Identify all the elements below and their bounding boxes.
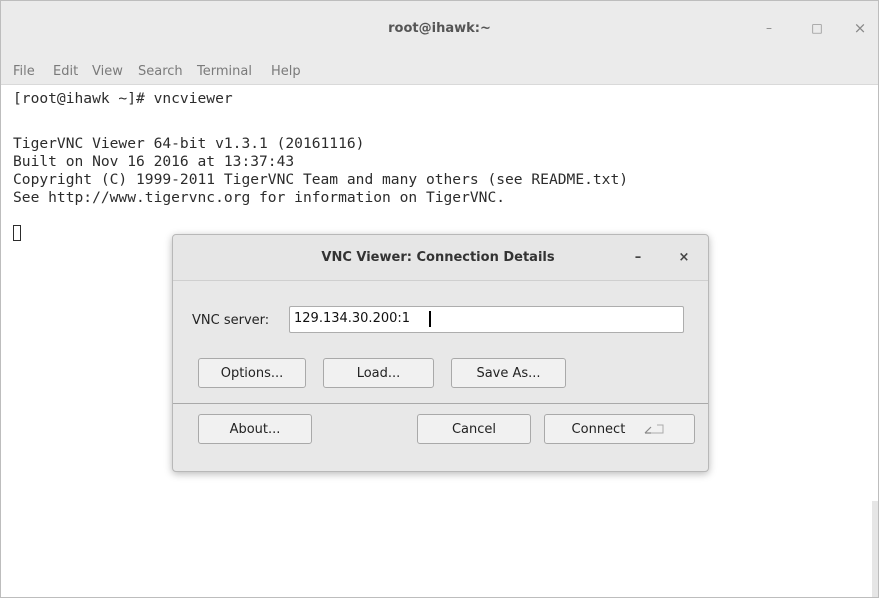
title-bar: root@ihawk:~ – □ × — [1, 1, 878, 55]
terminal-line: Built on Nov 16 2016 at 13:37:43 — [13, 153, 295, 170]
dialog-minimize-button[interactable]: – — [628, 248, 648, 268]
dialog-divider — [173, 403, 708, 404]
menu-help[interactable]: Help — [271, 64, 301, 79]
about-button[interactable]: About... — [198, 414, 312, 444]
terminal-cursor — [13, 225, 21, 241]
vnc-server-label: VNC server: — [192, 313, 270, 328]
vnc-server-field[interactable] — [289, 306, 684, 333]
dialog-title: VNC Viewer: Connection Details — [321, 250, 555, 265]
maximize-button[interactable]: □ — [805, 16, 829, 40]
minimize-button[interactable]: – — [757, 16, 781, 40]
window-title: root@ihawk:~ — [388, 21, 491, 36]
terminal-line: Copyright (C) 1999-2011 TigerVNC Team an… — [13, 171, 629, 188]
save-as-button[interactable]: Save As... — [451, 358, 566, 388]
menu-file[interactable]: File — [13, 64, 35, 79]
close-button[interactable]: × — [848, 16, 872, 40]
dialog-close-button[interactable]: × — [674, 248, 694, 268]
menu-terminal[interactable]: Terminal — [197, 64, 252, 79]
terminal-line: [root@ihawk ~]# vncviewer — [13, 90, 233, 107]
connect-button[interactable]: Connect — [544, 414, 695, 444]
text-caret — [429, 311, 431, 327]
menu-search[interactable]: Search — [138, 64, 183, 79]
connect-label: Connect — [571, 422, 626, 437]
terminal-line: TigerVNC Viewer 64-bit v1.3.1 (20161116) — [13, 135, 365, 152]
dialog-title-bar: VNC Viewer: Connection Details – × — [173, 235, 708, 281]
scrollbar[interactable] — [872, 501, 878, 597]
enter-key-icon — [645, 424, 664, 434]
menu-bar: File Edit View Search Terminal Help — [1, 54, 878, 85]
load-button[interactable]: Load... — [323, 358, 434, 388]
cancel-button[interactable]: Cancel — [417, 414, 531, 444]
vnc-server-input[interactable] — [290, 307, 678, 330]
options-button[interactable]: Options... — [198, 358, 306, 388]
menu-edit[interactable]: Edit — [53, 64, 78, 79]
terminal-line: See http://www.tigervnc.org for informat… — [13, 189, 506, 206]
menu-view[interactable]: View — [92, 64, 123, 79]
connection-dialog: VNC Viewer: Connection Details – × VNC s… — [172, 234, 709, 472]
